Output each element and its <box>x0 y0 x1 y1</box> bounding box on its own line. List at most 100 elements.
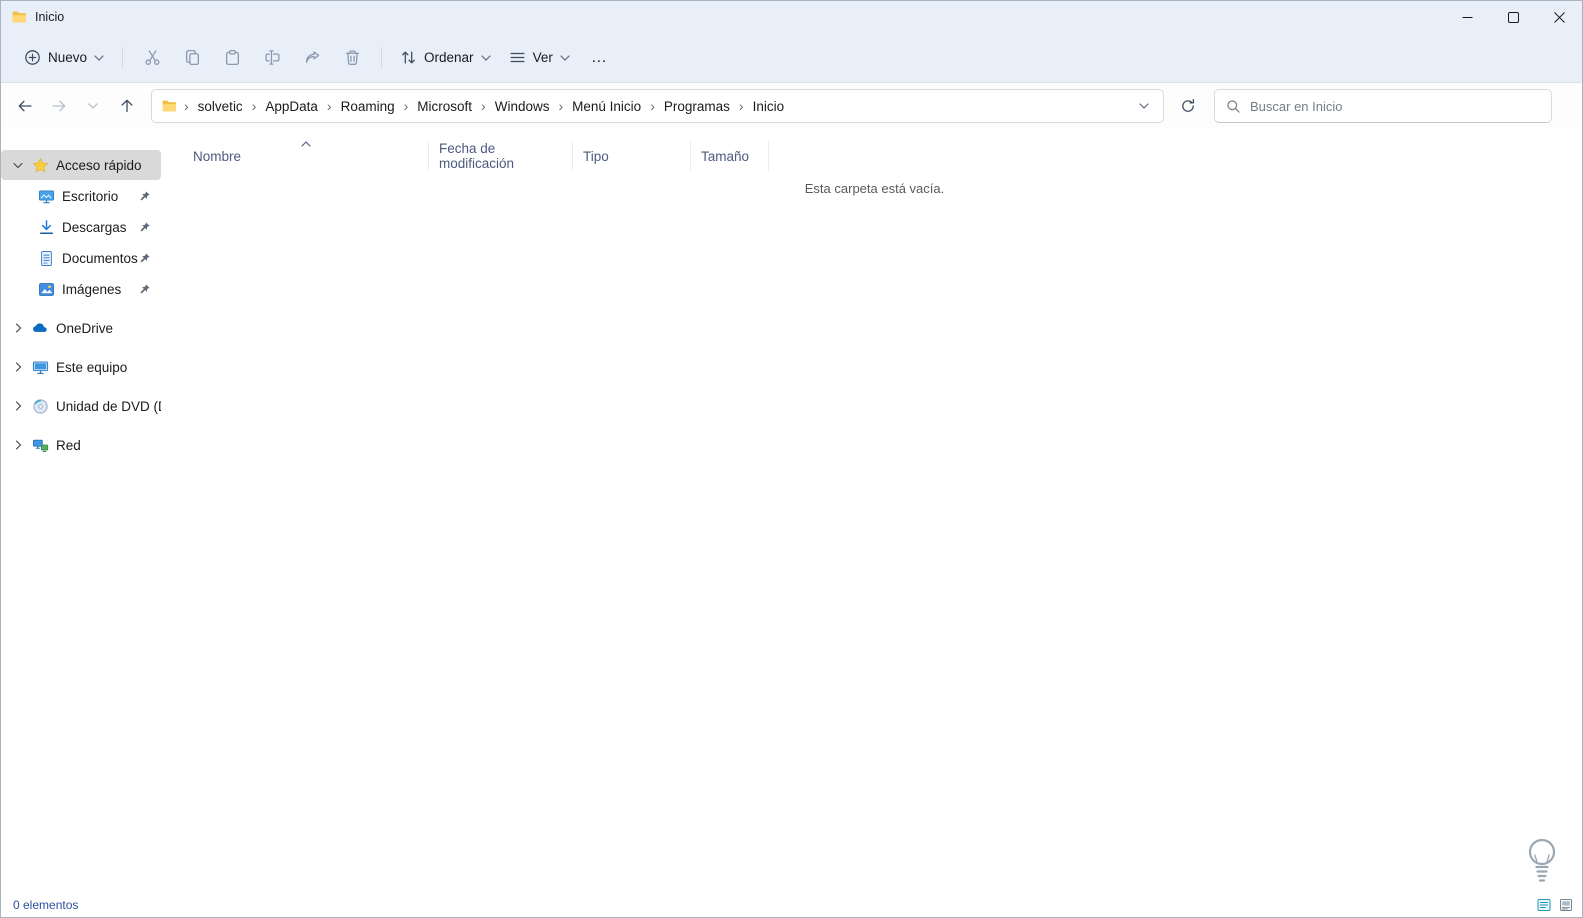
address-dropdown-chevron-icon[interactable] <box>1131 93 1157 119</box>
explorer-window: Inicio Nuevo Ordenar Ver … › solvetic › … <box>0 0 1583 918</box>
sidebar-item-documents[interactable]: Documentos <box>1 243 161 273</box>
chevron-right-icon[interactable] <box>7 440 29 450</box>
titlebar-left: Inicio <box>1 9 1444 25</box>
window-title: Inicio <box>35 10 65 24</box>
plus-circle-icon <box>24 49 41 66</box>
cut-button[interactable] <box>132 40 172 76</box>
empty-folder-message: Esta carpeta está vacía. <box>804 181 945 196</box>
download-icon <box>35 219 57 236</box>
column-header-label: Tipo <box>583 148 609 164</box>
details-view-toggle-icon[interactable] <box>1534 895 1554 915</box>
close-button[interactable] <box>1536 1 1582 33</box>
breadcrumb-item[interactable]: Menú Inicio <box>565 94 648 119</box>
thumbnail-view-toggle-icon[interactable] <box>1556 895 1576 915</box>
sort-button-label: Ordenar <box>424 50 474 65</box>
breadcrumb-item[interactable]: Roaming <box>334 94 402 119</box>
pin-icon <box>139 221 151 233</box>
titlebar: Inicio <box>1 1 1582 33</box>
sidebar-item-dvd-drive[interactable]: Unidad de DVD (D:) <box>1 391 161 421</box>
sidebar-item-downloads[interactable]: Descargas <box>1 212 161 242</box>
search-input[interactable] <box>1250 98 1540 114</box>
copy-button[interactable] <box>172 40 212 76</box>
folder-icon <box>160 98 178 114</box>
share-button[interactable] <box>292 40 332 76</box>
explorer-body: Acceso rápido Escritorio Descargas Docum… <box>1 129 1582 893</box>
pin-icon <box>139 252 151 264</box>
toolbar-separator <box>381 46 383 69</box>
paste-button[interactable] <box>212 40 252 76</box>
breadcrumb-separator-icon: › <box>326 98 332 114</box>
desktop-icon <box>35 188 57 205</box>
column-header-type[interactable]: Tipo <box>573 141 691 171</box>
chevron-down-icon[interactable] <box>7 162 29 169</box>
chevron-down-icon <box>94 54 104 61</box>
sidebar-item-desktop[interactable]: Escritorio <box>1 181 161 211</box>
more-options-button[interactable]: … <box>579 45 620 71</box>
folder-icon <box>11 9 27 25</box>
onedrive-cloud-icon <box>29 320 51 337</box>
chevron-right-icon[interactable] <box>7 323 29 333</box>
sidebar-item-onedrive[interactable]: OneDrive <box>1 313 161 343</box>
pin-icon <box>139 190 151 202</box>
breadcrumb-item[interactable]: AppData <box>258 94 325 119</box>
navigation-bar: › solvetic › AppData › Roaming › Microso… <box>1 83 1582 129</box>
sidebar-item-label: OneDrive <box>56 320 114 336</box>
toolbar: Nuevo Ordenar Ver … <box>1 33 1582 83</box>
maximize-button[interactable] <box>1490 1 1536 33</box>
sidebar-item-network[interactable]: Red <box>1 430 161 460</box>
breadcrumb-separator-icon: › <box>558 98 564 114</box>
sidebar-item-label: Red <box>56 437 81 453</box>
breadcrumb-separator-icon: › <box>650 98 655 114</box>
view-list-icon <box>509 49 526 66</box>
sidebar-item-label: Este equipo <box>56 359 128 375</box>
column-header-size[interactable]: Tamaño <box>691 141 769 171</box>
view-toggles <box>1534 895 1576 915</box>
column-headers: Nombre Fecha de modificación Tipo Tamaño <box>183 141 1582 171</box>
search-box <box>1214 89 1552 123</box>
breadcrumb-item[interactable]: solvetic <box>191 94 250 119</box>
column-header-label: Tamaño <box>701 148 750 164</box>
breadcrumb-item[interactable]: Inicio <box>746 94 792 119</box>
sidebar-item-label: Unidad de DVD (D:) <box>56 398 161 414</box>
address-bar[interactable]: › solvetic › AppData › Roaming › Microso… <box>151 89 1164 123</box>
recent-locations-button[interactable] <box>77 90 109 122</box>
breadcrumb-item[interactable]: Windows <box>488 94 557 119</box>
forward-button[interactable] <box>43 90 75 122</box>
new-button-label: Nuevo <box>48 50 88 65</box>
breadcrumb-item[interactable]: Programas <box>657 94 737 119</box>
column-header-date-modified[interactable]: Fecha de modificación <box>429 141 573 171</box>
back-button[interactable] <box>9 90 41 122</box>
column-header-name[interactable]: Nombre <box>183 141 429 171</box>
window-controls <box>1444 1 1582 33</box>
sort-ascending-icon <box>300 141 311 147</box>
new-button[interactable]: Nuevo <box>15 42 113 73</box>
sort-button[interactable]: Ordenar <box>391 42 500 73</box>
sort-arrows-icon <box>400 49 417 66</box>
breadcrumb-separator-icon: › <box>738 98 744 114</box>
chevron-right-icon[interactable] <box>7 401 29 411</box>
sidebar-item-quick-access[interactable]: Acceso rápido <box>1 150 161 180</box>
up-button[interactable] <box>111 90 143 122</box>
picture-icon <box>35 281 57 298</box>
document-icon <box>35 250 57 267</box>
minimize-button[interactable] <box>1444 1 1490 33</box>
refresh-button[interactable] <box>1172 90 1204 122</box>
chevron-down-icon <box>560 54 570 61</box>
search-icon <box>1226 99 1241 114</box>
view-button[interactable]: Ver <box>500 42 579 73</box>
sidebar-item-pictures[interactable]: Imágenes <box>1 274 161 304</box>
file-list-pane: Nombre Fecha de modificación Tipo Tamaño… <box>167 129 1582 893</box>
chevron-down-icon <box>480 54 491 61</box>
pin-icon <box>139 283 151 295</box>
dvd-disc-icon <box>29 398 51 415</box>
breadcrumb-item[interactable]: Microsoft <box>410 94 479 119</box>
column-header-label: Fecha de modificación <box>439 141 515 171</box>
network-icon <box>29 437 51 454</box>
delete-button[interactable] <box>332 40 372 76</box>
breadcrumb-separator-icon: › <box>184 98 189 114</box>
computer-icon <box>29 359 51 376</box>
rename-button[interactable] <box>252 40 292 76</box>
chevron-right-icon[interactable] <box>7 362 29 372</box>
sidebar-item-this-pc[interactable]: Este equipo <box>1 352 161 382</box>
breadcrumb-separator-icon: › <box>481 98 486 114</box>
